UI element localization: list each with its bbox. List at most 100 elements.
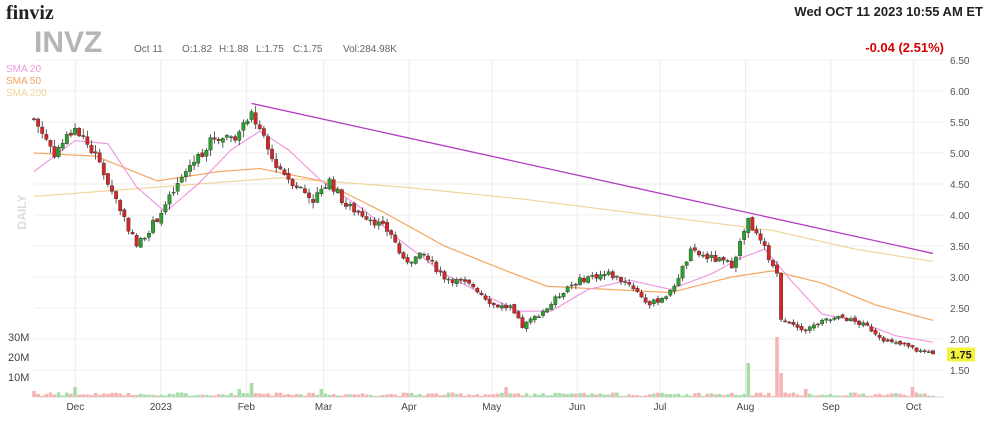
candle	[430, 256, 435, 265]
volume-bar	[705, 393, 710, 397]
volume-bar	[541, 393, 545, 397]
volume-bar	[902, 394, 907, 397]
candle	[368, 217, 373, 226]
candle	[52, 139, 57, 159]
volume-bar	[762, 395, 767, 397]
candle	[705, 251, 710, 263]
candle	[159, 209, 164, 227]
volume-bar	[446, 392, 451, 397]
candle-body	[553, 296, 558, 305]
volume-bar	[787, 393, 792, 397]
candle-body	[48, 140, 53, 147]
volume-bar	[758, 392, 763, 397]
candle	[590, 271, 595, 280]
candle	[266, 133, 270, 155]
candle-body	[270, 148, 274, 160]
volume-bar	[750, 395, 755, 397]
candle-body	[196, 153, 201, 164]
candle-body	[754, 229, 759, 234]
candle	[36, 117, 41, 133]
candle	[389, 229, 394, 239]
sma200-line	[33, 177, 934, 263]
candle-body	[303, 188, 307, 193]
candle-body	[914, 347, 919, 352]
candle	[721, 256, 726, 265]
candle	[204, 148, 209, 162]
candle	[844, 316, 849, 322]
candle-body	[569, 284, 574, 287]
volume-bar	[557, 393, 562, 397]
candle	[820, 318, 825, 327]
ohlc-volume: Vol:284.98K	[343, 44, 397, 55]
candle	[738, 238, 742, 261]
volume-bar	[853, 392, 857, 397]
candle	[783, 317, 788, 323]
candle	[393, 231, 398, 244]
candle-body	[672, 285, 677, 292]
volume-bar	[844, 395, 849, 397]
candle	[684, 260, 689, 270]
volume-bar	[520, 395, 525, 397]
candle	[413, 255, 418, 265]
candle-body	[725, 260, 730, 262]
candle-body	[237, 131, 242, 141]
candle	[294, 181, 299, 190]
candle-body	[352, 203, 357, 213]
volume-bar	[327, 394, 332, 397]
candle	[610, 269, 615, 281]
x-tick-label: Apr	[401, 402, 417, 413]
candle-body	[881, 337, 886, 342]
candle	[134, 233, 139, 248]
candle-body	[393, 234, 398, 243]
candle	[532, 315, 537, 323]
y-tick-label: 2.00	[950, 335, 970, 346]
y-tick-label: 4.50	[950, 180, 970, 191]
candle	[619, 276, 623, 286]
candle-body	[138, 237, 143, 248]
x-tick-label: 2023	[150, 402, 173, 413]
volume-bar	[93, 392, 98, 397]
candle-body	[483, 295, 488, 300]
candle	[565, 285, 570, 294]
candle	[171, 186, 176, 197]
candle-body	[348, 204, 352, 207]
volume-bar	[471, 395, 476, 397]
candle-body	[688, 248, 693, 262]
candle	[676, 274, 681, 287]
volume-bar	[122, 395, 127, 397]
volume-bar	[372, 395, 377, 397]
candle	[348, 201, 352, 211]
volume-bar	[508, 393, 512, 397]
volume-bar	[175, 392, 180, 397]
candle-body	[545, 308, 550, 313]
candle-body	[327, 178, 332, 190]
volume-bar	[138, 393, 143, 397]
candle-body	[183, 171, 188, 177]
volume-bar	[225, 395, 229, 397]
candle-body	[278, 166, 283, 170]
candle	[553, 294, 558, 308]
candle	[122, 208, 127, 222]
candle-body	[627, 281, 632, 285]
candle	[442, 269, 447, 283]
volume-bar	[697, 392, 701, 397]
candle-body	[692, 247, 697, 251]
volume-bar	[849, 392, 853, 397]
volume-bar	[549, 395, 554, 397]
candle	[44, 129, 49, 142]
candle	[791, 319, 796, 327]
candle	[475, 286, 480, 294]
candle	[105, 172, 110, 188]
candle-body	[450, 279, 455, 284]
volume-bar	[931, 395, 935, 397]
candle-body	[360, 211, 365, 217]
volume-bar	[323, 393, 328, 397]
candle	[803, 328, 808, 334]
candle	[225, 134, 229, 141]
candle	[508, 303, 513, 311]
candle-body	[118, 199, 123, 212]
volume-bar	[725, 394, 730, 397]
volume-bar	[101, 393, 106, 397]
candle	[40, 121, 45, 139]
candle-body	[668, 289, 673, 296]
